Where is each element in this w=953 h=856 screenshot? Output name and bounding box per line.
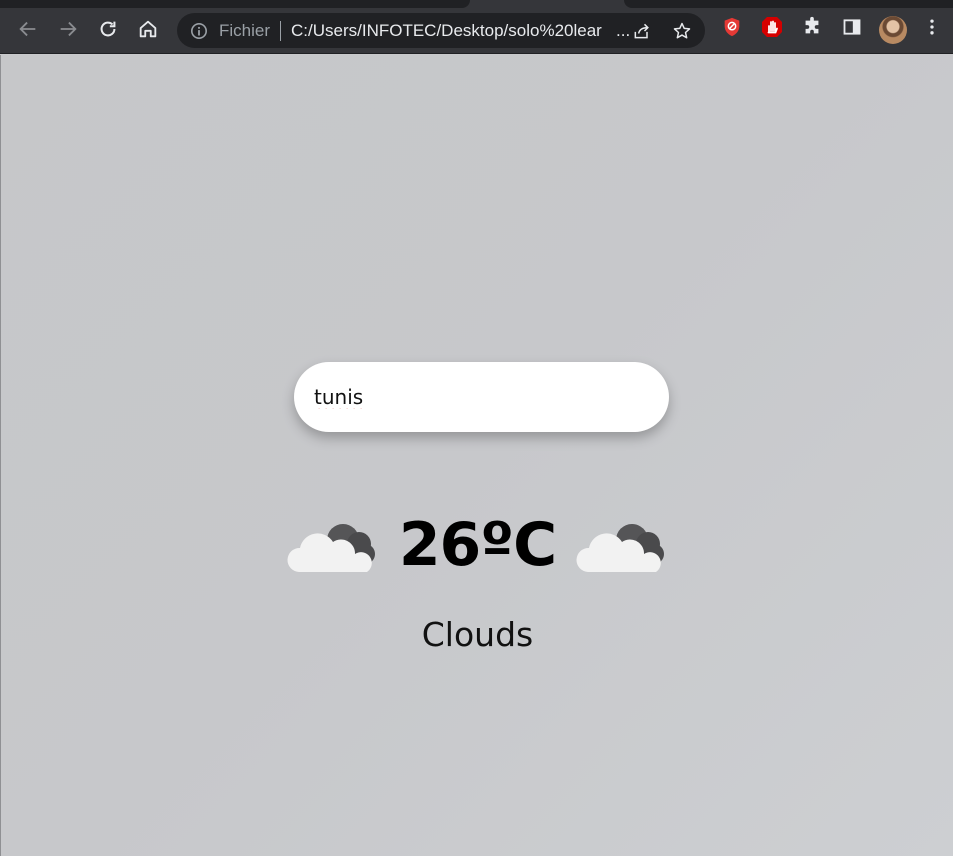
- sidepanel-icon: [843, 19, 861, 35]
- share-icon: [634, 23, 649, 39]
- weather-condition: Clouds: [421, 615, 534, 654]
- clouds-icon-right: [576, 524, 665, 572]
- tab-strip-left: [0, 0, 470, 8]
- profile-avatar[interactable]: [879, 16, 907, 44]
- forward-icon: [60, 21, 77, 37]
- tab-strip-right: [624, 0, 953, 8]
- scheme-divider: [280, 20, 282, 41]
- city-search-input[interactable]: [314, 377, 644, 417]
- home-button[interactable]: [130, 11, 166, 47]
- shield-extension-icon: [724, 17, 740, 37]
- hand-stop-extension-icon: [762, 17, 782, 37]
- reload-button[interactable]: [90, 11, 126, 47]
- url-text[interactable]: C:/Users/INFOTEC/Desktop/solo%20lear: [291, 21, 616, 41]
- kebab-menu-icon: [930, 19, 934, 35]
- address-bar[interactable]: Fichier C:/Users/INFOTEC/Desktop/solo%20…: [177, 13, 705, 48]
- search-box[interactable]: [294, 362, 669, 432]
- bookmark-button[interactable]: [669, 18, 695, 44]
- forward-button[interactable]: [50, 11, 86, 47]
- hand-stop-extension-button[interactable]: [759, 14, 785, 40]
- weather-summary: 26ºC: [1, 510, 953, 580]
- back-button[interactable]: [10, 11, 46, 47]
- puzzle-extensions-icon: [805, 16, 819, 34]
- reload-icon: [100, 21, 116, 37]
- browser-toolbar: Fichier C:/Users/INFOTEC/Desktop/solo%20…: [0, 0, 953, 54]
- star-icon: [673, 22, 691, 39]
- home-icon: [139, 20, 157, 38]
- back-icon: [19, 21, 36, 37]
- page-content: 26ºC Clouds: [0, 55, 953, 856]
- browser-menu-button[interactable]: [919, 14, 945, 40]
- temperature-value: 26ºC: [398, 510, 557, 580]
- extensions-button[interactable]: [799, 14, 825, 40]
- clouds-icon: [287, 524, 375, 572]
- side-panel-button[interactable]: [839, 14, 865, 40]
- share-button[interactable]: [629, 18, 655, 44]
- info-icon[interactable]: [189, 21, 209, 41]
- shield-extension-button[interactable]: [719, 14, 745, 40]
- scheme-label: Fichier: [219, 20, 271, 40]
